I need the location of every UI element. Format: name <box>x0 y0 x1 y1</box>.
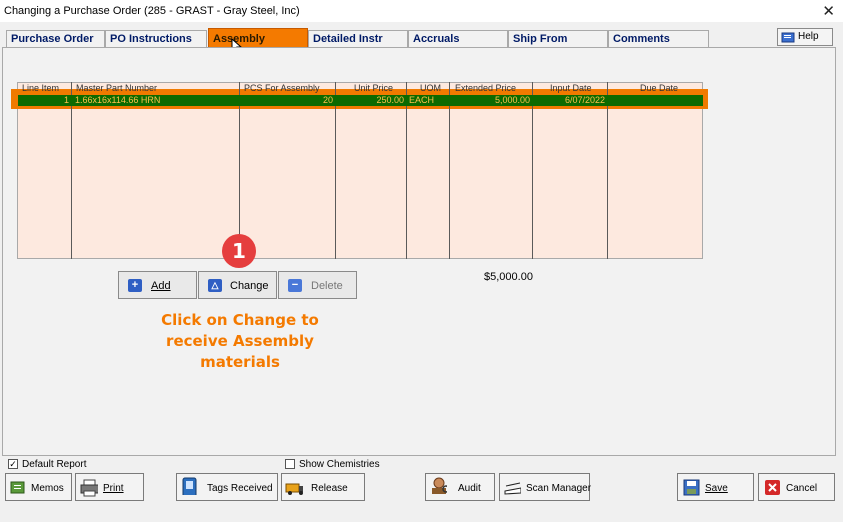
header-due-date[interactable]: Due Date <box>640 83 678 95</box>
default-report-label: Default Report <box>22 459 87 470</box>
tags-phone-icon <box>182 477 197 495</box>
memos-button[interactable]: Memos <box>5 473 72 501</box>
minus-icon: − <box>288 279 302 292</box>
header-input-date[interactable]: Input Date <box>550 83 592 95</box>
tags-received-label: Tags Received <box>207 483 273 494</box>
audit-button[interactable]: Audit <box>425 473 495 501</box>
grid-column-line-item <box>17 82 72 259</box>
help-label: Help <box>798 31 819 42</box>
step-badge: 1 <box>222 234 256 268</box>
truck-icon <box>285 483 303 495</box>
scanner-icon <box>504 482 521 495</box>
change-button[interactable]: △ Change <box>198 271 277 299</box>
cell-unit-price: 250.00 <box>376 95 404 105</box>
memos-label: Memos <box>31 483 64 494</box>
tab-ship-from[interactable]: Ship From <box>508 30 608 47</box>
delete-button[interactable]: − Delete <box>278 271 357 299</box>
show-chemistries-label: Show Chemistries <box>299 459 380 470</box>
tab-purchase-order[interactable]: Purchase Order <box>6 30 105 47</box>
printer-icon <box>80 479 98 497</box>
grid-column-extended-price <box>450 82 533 259</box>
add-label: Add <box>151 280 171 292</box>
cell-extended-price: 5,000.00 <box>494 95 530 105</box>
grid-column-pcs <box>240 82 336 259</box>
cancel-button[interactable]: Cancel <box>758 473 835 501</box>
print-button[interactable]: Print <box>75 473 144 501</box>
floppy-disk-icon <box>683 479 700 496</box>
plus-icon: + <box>128 279 142 292</box>
close-icon[interactable]: ✕ <box>822 2 835 20</box>
callout-line-3: materials <box>200 353 280 371</box>
instruction-callout: Click on Change to receive Assembly mate… <box>150 310 330 373</box>
cancel-label: Cancel <box>786 483 818 494</box>
save-label: Save <box>705 483 728 494</box>
cell-master-part-number: 1.66x16x114.66 HRN <box>75 95 161 105</box>
window-title: Changing a Purchase Order (285 - GRAST -… <box>4 5 300 17</box>
save-button[interactable]: Save <box>677 473 754 501</box>
cell-uom: EACH <box>409 95 435 105</box>
grid-column-uom <box>407 82 450 259</box>
show-chemistries-checkbox[interactable] <box>285 459 295 469</box>
print-label: Print <box>103 483 124 494</box>
help-book-icon <box>781 32 795 43</box>
default-report-checkbox[interactable]: ✓ <box>8 459 18 469</box>
grid-column-master-part <box>72 82 240 259</box>
release-button[interactable]: Release <box>281 473 365 501</box>
header-line-item[interactable]: Line Item <box>22 83 59 95</box>
cell-line-item: 1 <box>63 95 69 105</box>
grid-column-unit-price <box>336 82 407 259</box>
memo-book-icon <box>10 481 25 494</box>
help-button[interactable]: Help <box>777 28 833 46</box>
header-extended-price[interactable]: Extended Price <box>455 83 516 95</box>
tab-detailed-instr[interactable]: Detailed Instr <box>308 30 408 47</box>
scan-manager-button[interactable]: Scan Manager <box>499 473 592 501</box>
cancel-x-icon <box>765 480 780 495</box>
extended-total: $5,000.00 <box>484 271 533 283</box>
delete-label: Delete <box>311 280 343 292</box>
callout-line-1: Click on Change to <box>161 311 319 329</box>
scan-manager-label: Scan Manager <box>526 483 592 494</box>
audit-label: Audit <box>458 483 481 494</box>
tags-received-button[interactable]: Tags Received <box>176 473 278 501</box>
change-triangle-icon: △ <box>208 279 222 292</box>
grid-column-input-date <box>533 82 608 259</box>
auditor-icon <box>432 477 447 494</box>
header-uom[interactable]: UOM <box>420 83 441 95</box>
header-pcs-for-assembly[interactable]: PCS For Assembly <box>244 83 320 95</box>
add-button[interactable]: + Add <box>118 271 197 299</box>
cell-pcs-for-assembly: 20 <box>322 95 333 105</box>
change-label: Change <box>230 280 269 292</box>
header-master-part-number[interactable]: Master Part Number <box>76 83 157 95</box>
header-unit-price[interactable]: Unit Price <box>354 83 393 95</box>
callout-line-2: receive Assembly <box>166 332 314 350</box>
tab-accruals[interactable]: Accruals <box>408 30 508 47</box>
tab-po-instructions[interactable]: PO Instructions <box>105 30 207 47</box>
release-label: Release <box>311 483 348 494</box>
cell-input-date: 6/07/2022 <box>564 95 605 105</box>
tab-comments[interactable]: Comments <box>608 30 709 47</box>
